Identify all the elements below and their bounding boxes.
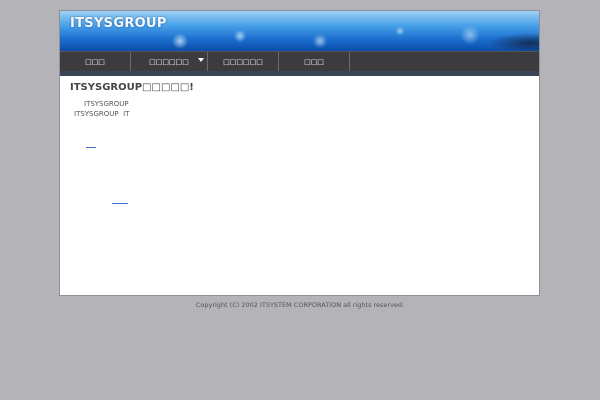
body-text-line-1: ITSYSGROUP [84,100,129,108]
main-nav: □□□ □□□□□□ □□□□□□ □□□ [60,51,539,71]
nav-item-label: □□□□□□ [223,57,263,66]
nav-item-fourth[interactable]: □□□ [279,52,350,71]
page-title: ITSYSGROUP□□□□□! [70,82,194,93]
nav-item-third[interactable]: □□□□□□ [208,52,279,71]
text-link-2[interactable] [112,203,128,204]
nav-item-label: □□□□□□ [149,57,189,66]
site-header-banner: ITSYSGROUP [60,11,539,51]
text-link-1[interactable] [86,147,96,148]
nav-item-dropdown[interactable]: □□□□□□ [131,52,208,71]
footer-copyright: Copyright (C) 2002 ITSYSTEM CORPORATION … [195,301,405,309]
chevron-down-icon [198,58,204,62]
nav-item-home[interactable]: □□□ [60,52,131,71]
page-container: ITSYSGROUP □□□ □□□□□□ □□□□□□ □□□ ITSYSGR… [59,10,540,296]
main-content: ITSYSGROUP□□□□□! ITSYSGROUP ITSYSGROUP I… [60,76,539,295]
nav-item-label: □□□ [85,57,105,66]
nav-item-label: □□□ [304,57,324,66]
body-text-line-2: ITSYSGROUP IT [74,110,130,118]
site-title[interactable]: ITSYSGROUP [70,16,167,31]
